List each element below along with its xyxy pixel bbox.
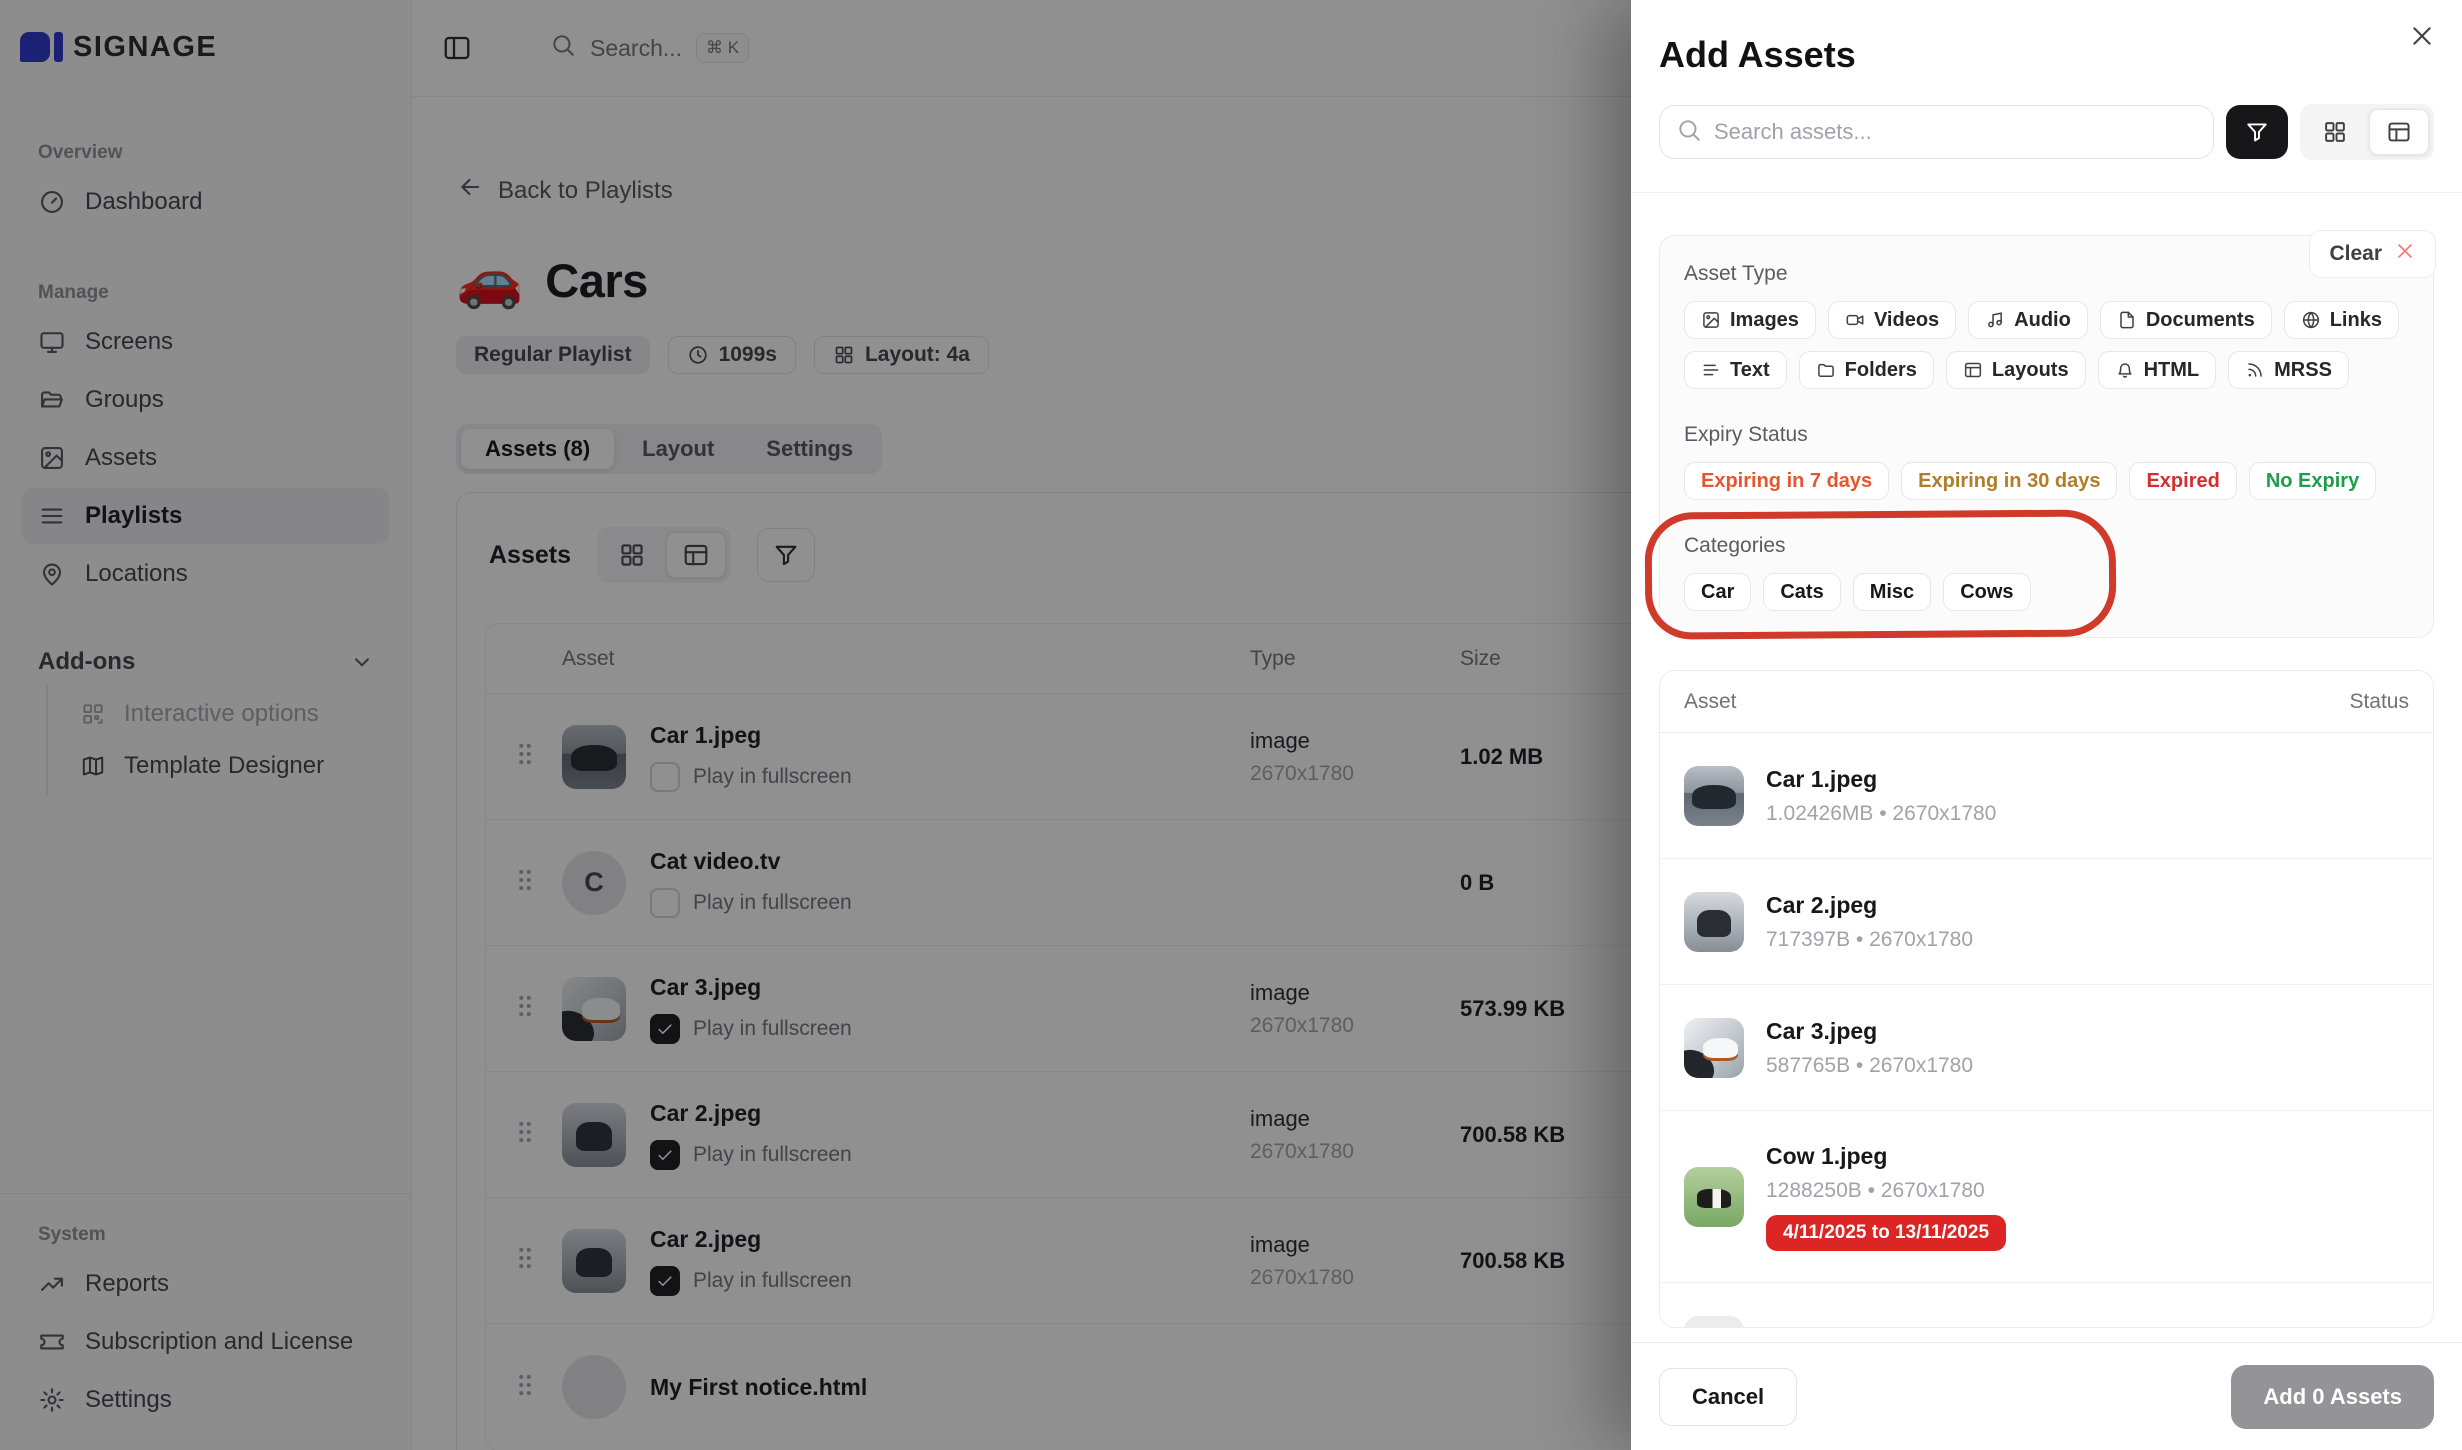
add-assets-panel: Add Assets Clear Asset Type Images Videos… [1631,0,2462,1450]
asset-list-item[interactable]: Cow 1.jpeg 1288250B • 2670x17804/11/2025… [1660,1111,2433,1283]
add-assets-button[interactable]: Add 0 Assets [2231,1365,2434,1429]
cancel-button[interactable]: Cancel [1659,1368,1797,1426]
asset-type-chip-audio[interactable]: Audio [1968,301,2088,339]
folder-icon [1816,360,1836,380]
asset-type-chips: Images Videos Audio Documents Links [1684,301,2409,339]
image-icon [1701,310,1721,330]
clear-x-icon [2394,240,2416,262]
asset-thumbnail [1684,766,1744,826]
music-icon [1985,310,2005,330]
expiry-chip-no-expiry[interactable]: No Expiry [2249,462,2376,500]
asset-list-item[interactable]: Car 3.jpeg 587765B • 2670x1780 [1660,985,2433,1111]
video-icon [1845,310,1865,330]
asset-thumbnail [1684,1167,1744,1227]
asset-search[interactable] [1659,105,2214,159]
search-icon [1676,117,1702,143]
clear-label: Clear [2329,242,2382,266]
asset-list-item[interactable]: Cow 2.jpeg [1660,1283,2433,1328]
expiry-status-label: Expiry Status [1684,423,2409,447]
close-icon[interactable] [2408,22,2436,53]
filter-icon [2244,119,2270,145]
bell-icon [2115,360,2135,380]
asset-type-chip-images[interactable]: Images [1684,301,1816,339]
layout-icon [1963,360,1983,380]
asset-list-card: Asset Status Car 1.jpeg 1.02426MB • 2670… [1659,670,2434,1328]
expiry-chip-expiring-in-7-days[interactable]: Expiring in 7 days [1684,462,1889,500]
column-status: Status [2349,690,2409,714]
asset-search-input[interactable] [1714,119,2197,145]
asset-thumbnail [1684,1316,1744,1329]
asset-list-item[interactable]: Car 1.jpeg 1.02426MB • 2670x1780 [1660,733,2433,859]
panel-title: Add Assets [1659,34,2434,76]
grid-view-button[interactable] [2305,109,2365,155]
filter-toggle-button[interactable] [2226,105,2288,159]
panel-body: Clear Asset Type Images Videos Audio Docume… [1631,193,2462,1342]
category-chip-cows[interactable]: Cows [1943,573,2030,611]
category-chips: Car Cats Misc Cows [1684,573,2409,611]
expiry-status-chips: Expiring in 7 days Expiring in 30 days Exp… [1684,462,2409,500]
asset-type-chip-videos[interactable]: Videos [1828,301,1956,339]
close-icon [2394,240,2416,268]
category-chip-car[interactable]: Car [1684,573,1751,611]
category-chip-misc[interactable]: Misc [1853,573,1931,611]
asset-thumbnail [1684,892,1744,952]
globe-icon [2301,310,2321,330]
asset-type-chip-documents[interactable]: Documents [2100,301,2272,339]
asset-type-chip-html[interactable]: HTML [2098,351,2217,389]
expiry-chip-expiring-in-30-days[interactable]: Expiring in 30 days [1901,462,2117,500]
asset-list: Car 1.jpeg 1.02426MB • 2670x1780 Car 2.j… [1660,733,2433,1328]
asset-list-header: Asset Status [1660,671,2433,733]
categories-label: Categories [1684,534,2409,558]
search-icon [1676,117,1702,148]
expiry-date-badge: 4/11/2025 to 13/11/2025 [1766,1215,2006,1251]
panel-header: Add Assets [1631,0,2462,193]
asset-type-label: Asset Type [1684,262,2409,286]
panel-footer: Cancel Add 0 Assets [1631,1342,2462,1450]
asset-type-chip-mrss[interactable]: MRSS [2228,351,2349,389]
asset-list-item[interactable]: Car 2.jpeg 717397B • 2670x1780 [1660,859,2433,985]
column-asset: Asset [1684,690,1737,714]
asset-type-chip-links[interactable]: Links [2284,301,2399,339]
table-view-button[interactable] [2369,109,2429,155]
textLines-icon [1701,360,1721,380]
file-icon [2117,310,2137,330]
rss-icon [2245,360,2265,380]
asset-type-chip-folders[interactable]: Folders [1799,351,1934,389]
category-chip-cats[interactable]: Cats [1763,573,1840,611]
asset-type-chip-text[interactable]: Text [1684,351,1787,389]
clear-filters-button[interactable]: Clear [2309,230,2436,278]
asset-thumbnail [1684,1018,1744,1078]
close-icon [2408,22,2436,50]
asset-type-chip-layouts[interactable]: Layouts [1946,351,2086,389]
panel-controls [1659,104,2434,160]
expiry-chip-expired[interactable]: Expired [2129,462,2236,500]
grid-view-icon [2322,119,2348,145]
table-view-icon [2386,119,2412,145]
filter-card: Clear Asset Type Images Videos Audio Docume… [1659,235,2434,638]
panel-view-toggle [2300,104,2434,160]
asset-type-chips: Text Folders Layouts HTML MRSS [1684,351,2409,389]
